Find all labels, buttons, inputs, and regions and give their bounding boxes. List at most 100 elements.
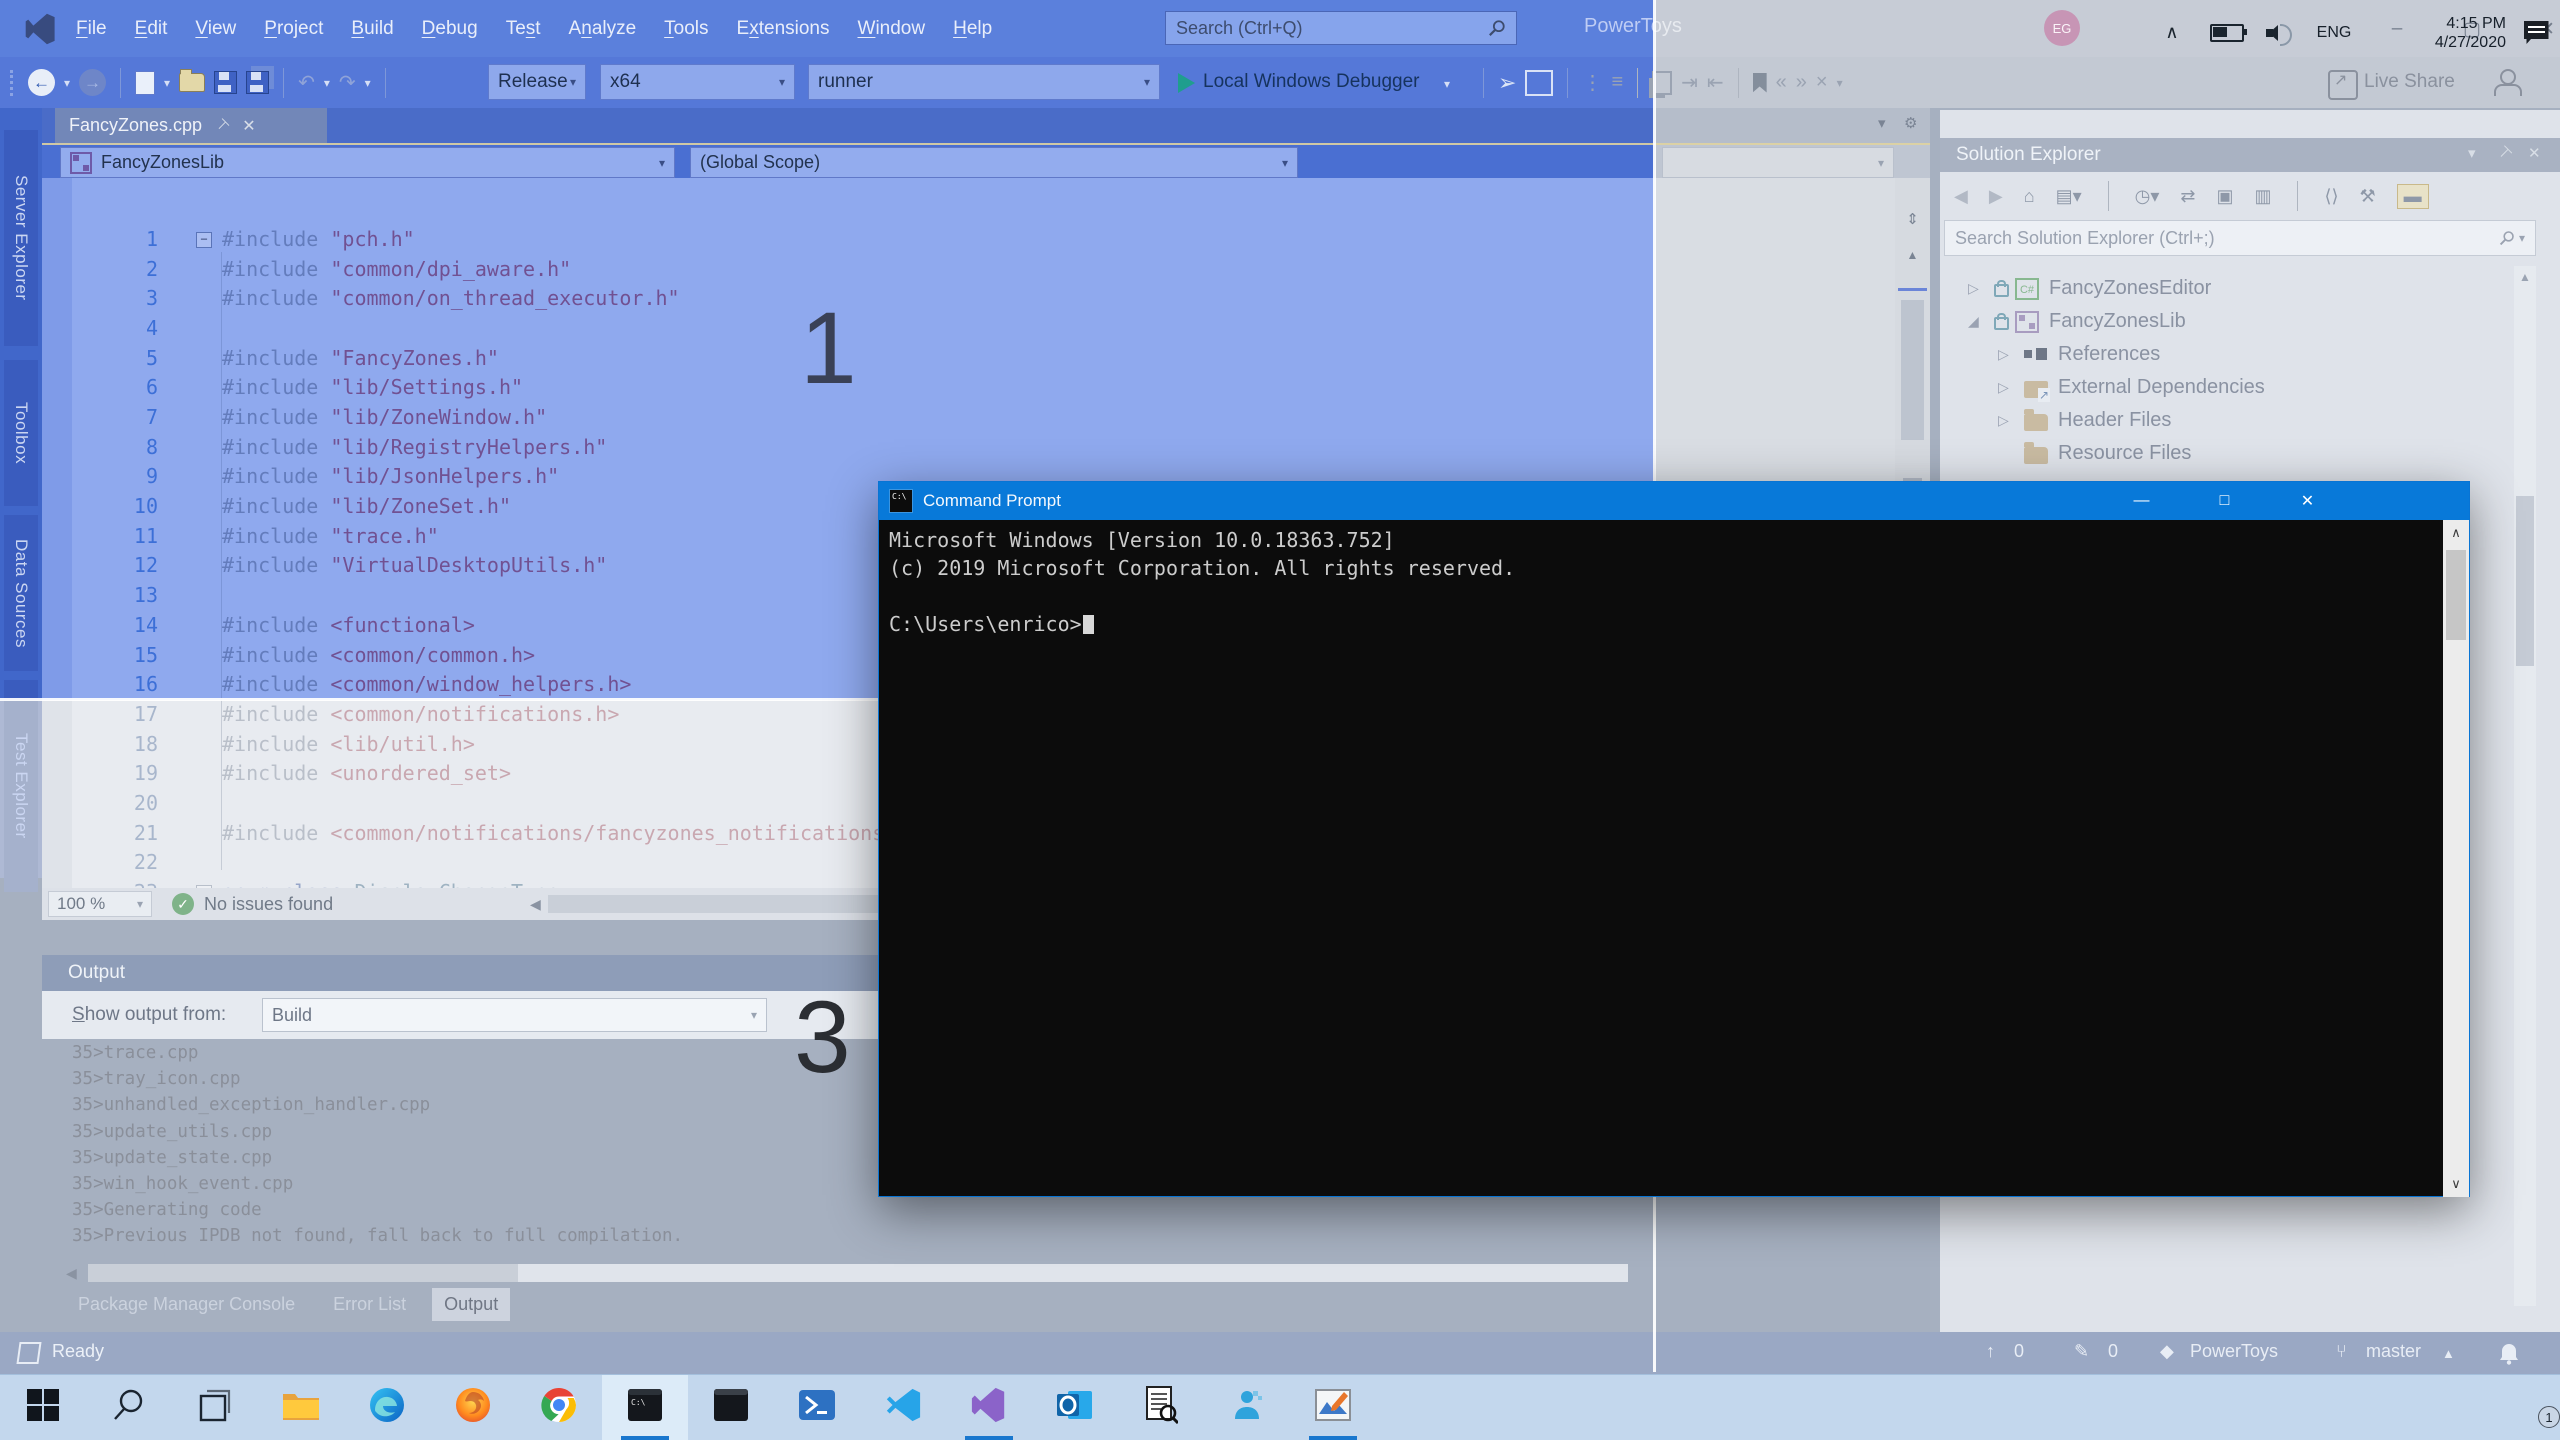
- project-dropdown[interactable]: FancyZonesLib ▾: [60, 147, 675, 178]
- tree-expander-icon[interactable]: ▷: [1998, 379, 2024, 396]
- taskbar-search-button[interactable]: [86, 1375, 172, 1440]
- next-bookmark-icon[interactable]: »: [1796, 71, 1807, 94]
- avatar[interactable]: EG: [2044, 10, 2080, 46]
- side-tab-test-explorer[interactable]: Test Explorer: [4, 680, 38, 892]
- properties-icon[interactable]: ⚒: [2360, 186, 2376, 207]
- solution-explorer-scrollbar[interactable]: ▲: [2514, 266, 2536, 1306]
- tree-expander-icon[interactable]: ◢: [1968, 313, 1994, 330]
- collapse-all-icon[interactable]: ▣: [2216, 186, 2233, 207]
- taskbar-log-viewer-button[interactable]: [1118, 1375, 1204, 1440]
- outdent-icon[interactable]: ⇤: [1707, 70, 1724, 95]
- bookmark-icon[interactable]: [1752, 72, 1767, 93]
- tree-item-fancyzoneslib[interactable]: ◢ FancyZonesLib: [1968, 305, 2186, 338]
- member-dropdown[interactable]: ▾: [1662, 147, 1894, 178]
- action-center-icon[interactable]: [2512, 0, 2560, 65]
- close-icon[interactable]: ✕: [2528, 144, 2541, 162]
- taskbar-people-app-button[interactable]: [1204, 1375, 1290, 1440]
- quick-search-box[interactable]: Search (Ctrl+Q): [1165, 11, 1517, 45]
- splitter-grip-icon[interactable]: ⇕: [1895, 210, 1930, 228]
- scroll-down-arrow[interactable]: ∨: [2443, 1176, 2469, 1192]
- cmd-close-button[interactable]: ✕: [2266, 482, 2349, 520]
- tree-expander-icon[interactable]: ▷: [1998, 412, 2024, 429]
- forward-icon[interactable]: ▶: [1989, 186, 2003, 207]
- back-icon[interactable]: ◀: [1954, 186, 1968, 207]
- menu-debug[interactable]: Debug: [408, 18, 492, 40]
- indent-icon[interactable]: ⇥: [1681, 70, 1698, 95]
- side-tab-server-explorer[interactable]: Server Explorer: [4, 130, 38, 346]
- open-file-icon[interactable]: [179, 69, 206, 92]
- code-line-6[interactable]: 6 #include "lib/Settings.h": [42, 372, 1895, 402]
- editor-hscroll-left-arrow[interactable]: ◀: [530, 896, 541, 913]
- tree-item-external-dependencies[interactable]: ▷ External Dependencies: [1998, 371, 2265, 404]
- menu-extensions[interactable]: Extensions: [723, 18, 844, 40]
- taskbar-visual-studio-button[interactable]: [946, 1375, 1032, 1440]
- bottom-tab-package-manager-console[interactable]: Package Manager Console: [66, 1288, 307, 1321]
- undo-icon[interactable]: ↶: [298, 70, 315, 95]
- branch-name[interactable]: master: [2366, 1341, 2421, 1362]
- code-line-5[interactable]: 5 #include "FancyZones.h": [42, 343, 1895, 373]
- output-source-dropdown[interactable]: Build ▾: [262, 998, 767, 1032]
- taskbar-outlook-button[interactable]: [1032, 1375, 1118, 1440]
- tree-item-references[interactable]: ▷ References: [1998, 338, 2160, 371]
- redo-caret[interactable]: ▾: [365, 76, 371, 90]
- scroll-up-arrow[interactable]: ▲: [2514, 270, 2536, 284]
- save-all-icon[interactable]: [246, 71, 270, 94]
- taskbar-command-prompt-button[interactable]: C:\: [602, 1375, 688, 1440]
- menu-build[interactable]: Build: [337, 18, 407, 40]
- menu-test[interactable]: Test: [492, 18, 555, 40]
- push-arrow-icon[interactable]: ↑: [1986, 1341, 1995, 1362]
- new-file-icon[interactable]: [135, 70, 156, 95]
- cmd-maximize-button[interactable]: □: [2183, 482, 2266, 520]
- sync-with-active-document-icon[interactable]: ⇄: [2180, 186, 2195, 207]
- taskbar-terminal-window-button[interactable]: [688, 1375, 774, 1440]
- debug-target-caret[interactable]: ▾: [1444, 77, 1450, 91]
- clear-bookmarks-icon[interactable]: ×: [1816, 71, 1828, 94]
- scroll-up-arrow[interactable]: ▲: [1895, 248, 1930, 262]
- show-all-files-icon[interactable]: ▬: [2396, 183, 2429, 209]
- pin-icon[interactable]: ⊤: [212, 115, 233, 136]
- column-guides-icon[interactable]: ⋮: [1582, 70, 1602, 95]
- zoom-level-dropdown[interactable]: 100 % ▾: [48, 891, 152, 917]
- collapse-icon[interactable]: −: [196, 232, 212, 248]
- terminal-scrollbar[interactable]: ∧ ∨: [2443, 520, 2469, 1197]
- battery-icon[interactable]: [2204, 0, 2250, 65]
- tree-item-resource-files[interactable]: Resource Files: [1998, 437, 2191, 470]
- scroll-up-arrow[interactable]: ∧: [2443, 525, 2469, 541]
- scroll-thumb[interactable]: [1901, 300, 1924, 440]
- outgoing-commits-count[interactable]: 0: [2014, 1341, 2024, 1362]
- menu-view[interactable]: View: [181, 18, 250, 40]
- startup-project-combo[interactable]: runner ▾: [808, 64, 1160, 100]
- scroll-thumb[interactable]: [2446, 550, 2466, 640]
- editor-gear-icon[interactable]: ⚙: [1904, 114, 1917, 132]
- tree-item-header-files[interactable]: ▷ Header Files: [1998, 404, 2171, 437]
- live-share-button[interactable]: Live Share: [2364, 71, 2455, 93]
- close-icon[interactable]: ✕: [242, 116, 255, 136]
- pencil-icon[interactable]: ✎: [2074, 1341, 2089, 1362]
- add-person-icon[interactable]: [2494, 69, 2522, 96]
- menu-project[interactable]: Project: [250, 18, 337, 40]
- side-tab-toolbox[interactable]: Toolbox: [4, 360, 38, 506]
- taskbar-chrome-button[interactable]: [516, 1375, 602, 1440]
- toolbar-drag-handle[interactable]: [10, 69, 19, 96]
- solution-explorer-title[interactable]: Solution Explorer: [1940, 138, 2560, 172]
- taskbar-start-button[interactable]: [0, 1375, 86, 1440]
- side-tab-data-sources[interactable]: Data Sources: [4, 515, 38, 671]
- undo-caret[interactable]: ▾: [324, 76, 330, 90]
- code-line-8[interactable]: 8 #include "lib/RegistryHelpers.h": [42, 432, 1895, 462]
- active-files-caret-icon[interactable]: ▾: [1878, 114, 1886, 132]
- volume-icon[interactable]: [2256, 0, 2302, 65]
- home-icon[interactable]: ⌂: [2024, 186, 2035, 207]
- branch-icon[interactable]: ⑂: [2336, 1341, 2347, 1362]
- code-line-2[interactable]: 2 #include "common/dpi_aware.h": [42, 254, 1895, 284]
- menu-file[interactable]: File: [62, 18, 121, 40]
- tree-item-fancyzoneseditor[interactable]: ▷ C# FancyZonesEditor: [1968, 272, 2211, 305]
- previous-bookmark-icon[interactable]: «: [1776, 71, 1787, 94]
- navigate-back-caret[interactable]: ▾: [64, 76, 70, 90]
- taskbar-edge-button[interactable]: [344, 1375, 430, 1440]
- configuration-combo[interactable]: Release ▾: [488, 64, 586, 100]
- git-icon[interactable]: ◆: [2160, 1341, 2174, 1362]
- taskbar-vscode-button[interactable]: [860, 1375, 946, 1440]
- code-line-7[interactable]: 7 #include "lib/ZoneWindow.h": [42, 402, 1895, 432]
- output-hscroll-left-arrow[interactable]: ◀: [66, 1265, 77, 1282]
- menu-analyze[interactable]: Analyze: [555, 18, 651, 40]
